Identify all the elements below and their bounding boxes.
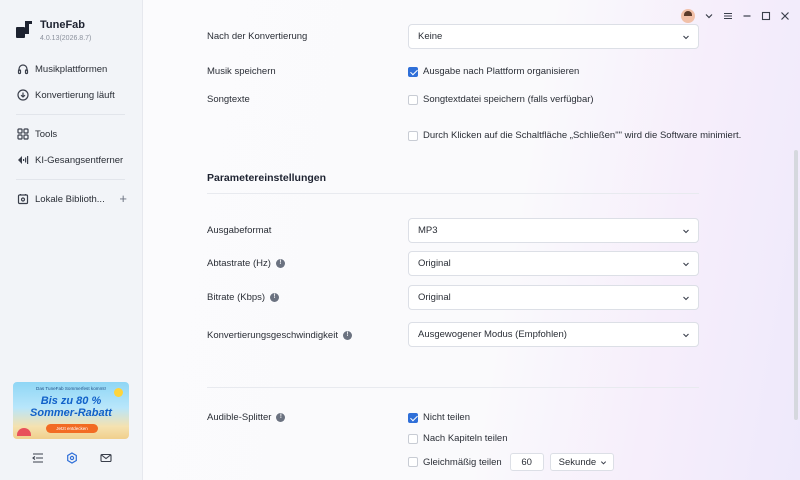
promo-banner[interactable]: Das TuneFab Sommerfest kommt! Bis zu 80 … xyxy=(13,382,129,439)
sidebar-item-label: KI-Gesangsentferner xyxy=(35,154,124,166)
chevron-down-icon xyxy=(683,262,689,267)
divider xyxy=(207,193,699,194)
checkbox-checked xyxy=(408,66,418,77)
settings-content: Nach der Konvertierung Keine Musik speic… xyxy=(207,0,767,480)
settings-icon[interactable] xyxy=(66,452,78,464)
sidebar-item-musikplattformen[interactable]: Musikplattformen xyxy=(0,56,143,82)
sidebar-item-label: Tools xyxy=(35,128,58,140)
audible-splitter-label: Audible-Splitter xyxy=(207,412,272,423)
organize-by-platform-checkbox[interactable]: Ausgabe nach Plattform organisieren xyxy=(408,66,579,77)
sidebar-divider xyxy=(16,179,125,180)
output-format-value: MP3 xyxy=(418,225,438,236)
after-conversion-value: Keine xyxy=(418,31,443,42)
output-format-select[interactable]: MP3 xyxy=(408,218,699,243)
split-by-chapter-checkbox[interactable]: Nach Kapiteln teilen xyxy=(408,433,508,444)
chevron-down-icon xyxy=(683,296,689,301)
save-music-label: Musik speichern xyxy=(207,66,276,77)
info-icon[interactable]: ! xyxy=(276,413,286,422)
add-library-button[interactable]: + xyxy=(119,192,127,205)
sidebar-item-lokale-bibliothek[interactable]: Lokale Biblioth... + xyxy=(0,186,143,212)
mail-icon[interactable] xyxy=(99,452,112,464)
promo-button[interactable]: Jetzt entdecken xyxy=(46,424,98,433)
promo-top-text: Das TuneFab Sommerfest kommt! xyxy=(36,386,106,391)
samplerate-value: Original xyxy=(418,258,451,269)
info-icon[interactable]: ! xyxy=(275,259,285,268)
info-icon[interactable]: ! xyxy=(342,331,352,340)
close-icon[interactable] xyxy=(780,11,790,21)
app-name: TuneFab xyxy=(40,19,86,31)
after-conversion-select[interactable]: Keine xyxy=(408,24,699,49)
bitrate-label: Bitrate (Kbps) xyxy=(207,292,266,303)
sidebar-item-label: Lokale Biblioth... xyxy=(35,193,105,205)
voice-remove-icon xyxy=(18,156,29,164)
bitrate-select[interactable]: Original xyxy=(408,285,699,310)
promo-line1: Bis zu 80 % xyxy=(40,395,102,407)
sidebar: TuneFab 4.0.13(2026.8.7) Musikplattforme… xyxy=(0,0,143,480)
bitrate-value: Original xyxy=(418,292,451,303)
collapse-sidebar-icon[interactable] xyxy=(31,452,44,464)
split-unit-value: Sekunde xyxy=(558,456,597,468)
checkbox-label: Songtextdatei speichern (falls verfügbar… xyxy=(423,94,594,105)
sidebar-item-tools[interactable]: Tools xyxy=(0,121,143,147)
tunefab-logo-icon xyxy=(16,21,32,38)
promo-line2: Sommer-Rabatt xyxy=(30,407,112,419)
grid-icon xyxy=(17,128,29,140)
split-evenly-checkbox[interactable]: Gleichmäßig teilen 60 Sekunde xyxy=(408,453,614,471)
bitrate-label-row: Bitrate (Kbps) ! xyxy=(207,292,280,303)
samplerate-label-row: Abtastrate (Hz) ! xyxy=(207,258,285,269)
minimize-on-close-checkbox[interactable]: Durch Klicken auf die Schaltfläche „Schl… xyxy=(408,130,741,141)
checkbox-unchecked xyxy=(408,130,418,141)
checkbox-unchecked xyxy=(408,457,418,467)
split-duration-input[interactable]: 60 xyxy=(509,453,544,471)
library-icon xyxy=(17,194,29,205)
chevron-down-icon xyxy=(600,461,606,465)
samplerate-label: Abtastrate (Hz) xyxy=(207,258,271,269)
output-format-label: Ausgabeformat xyxy=(207,225,272,236)
section-title: Parametereinstellungen xyxy=(207,172,327,184)
umbrella-icon xyxy=(17,428,31,436)
speed-value: Ausgewogener Modus (Empfohlen) xyxy=(418,329,567,340)
samplerate-select[interactable]: Original xyxy=(408,251,699,276)
lyrics-label: Songtexte xyxy=(207,94,250,105)
app-version: 4.0.13(2026.8.7) xyxy=(40,35,92,42)
no-split-checkbox[interactable]: Nicht teilen xyxy=(408,412,470,423)
download-circle-icon xyxy=(17,89,29,101)
sidebar-item-label: Musikplattformen xyxy=(35,63,108,75)
sidebar-item-konvertierung[interactable]: Konvertierung läuft xyxy=(0,82,143,108)
headphones-icon xyxy=(17,64,29,75)
sidebar-item-label: Konvertierung läuft xyxy=(35,89,115,101)
checkbox-unchecked xyxy=(408,433,418,444)
chevron-down-icon xyxy=(683,229,689,234)
sidebar-footer xyxy=(0,452,143,464)
speed-label-row: Konvertierungsgeschwindigkeit ! xyxy=(207,330,352,341)
scrollbar[interactable] xyxy=(794,150,798,420)
sidebar-item-ki-gesangsentferner[interactable]: KI-Gesangsentferner xyxy=(0,147,143,173)
checkbox-label: Nicht teilen xyxy=(423,412,470,423)
chevron-down-icon xyxy=(683,35,689,40)
checkbox-label: Nach Kapiteln teilen xyxy=(423,433,508,444)
brand: TuneFab 4.0.13(2026.8.7) xyxy=(14,18,91,42)
chevron-down-icon xyxy=(683,333,689,338)
speed-label: Konvertierungsgeschwindigkeit xyxy=(207,330,338,341)
info-icon[interactable]: ! xyxy=(270,293,280,302)
sidebar-divider xyxy=(16,114,125,115)
audible-splitter-label-row: Audible-Splitter ! xyxy=(207,412,286,423)
save-lyrics-checkbox[interactable]: Songtextdatei speichern (falls verfügbar… xyxy=(408,94,594,105)
promo-headline: Bis zu 80 % Sommer-Rabatt xyxy=(13,395,129,419)
speed-select[interactable]: Ausgewogener Modus (Empfohlen) xyxy=(408,322,699,347)
checkbox-label: Durch Klicken auf die Schaltfläche „Schl… xyxy=(423,130,742,141)
main-panel: Nach der Konvertierung Keine Musik speic… xyxy=(143,0,800,480)
divider xyxy=(207,387,699,388)
checkbox-unchecked xyxy=(408,94,418,105)
checkbox-label: Gleichmäßig teilen xyxy=(423,456,502,468)
split-unit-select[interactable]: Sekunde xyxy=(549,453,614,471)
checkbox-label: Ausgabe nach Plattform organisieren xyxy=(423,66,580,77)
after-conversion-label: Nach der Konvertierung xyxy=(207,31,308,42)
checkbox-checked xyxy=(408,412,418,423)
sidebar-nav: Musikplattformen Konvertierung läuft Too… xyxy=(0,56,143,212)
